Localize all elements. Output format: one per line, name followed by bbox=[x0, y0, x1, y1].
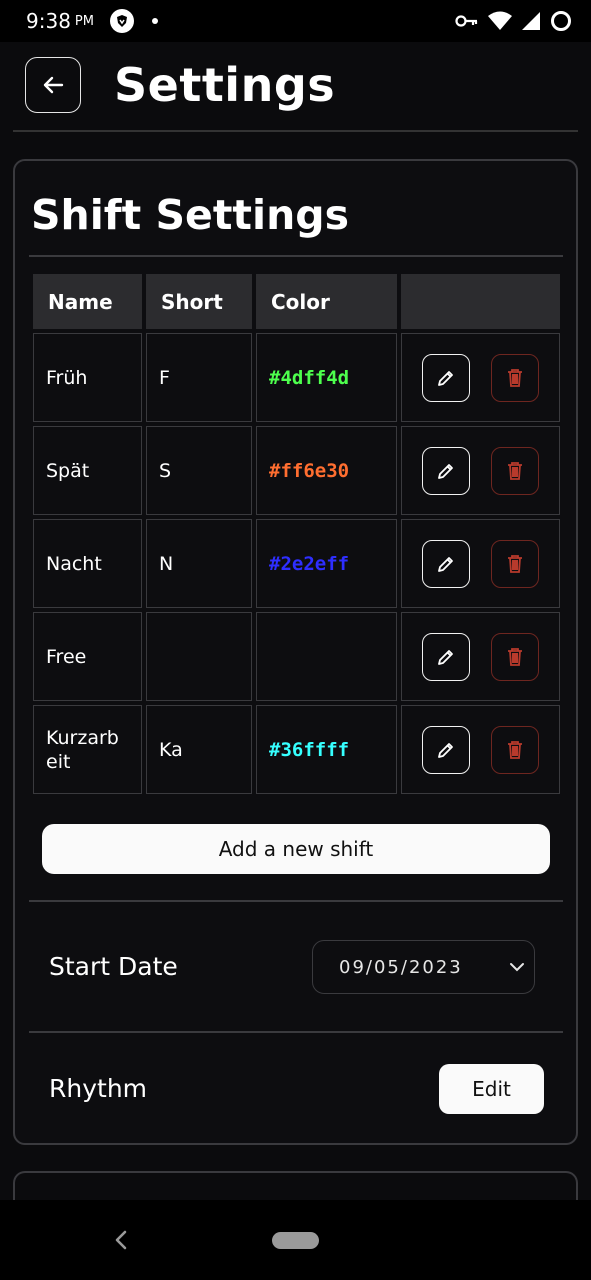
start-date-label: Start Date bbox=[49, 952, 178, 981]
chevron-down-icon bbox=[510, 963, 524, 972]
cell-shift-name: Spät bbox=[33, 426, 142, 515]
cell-actions bbox=[401, 333, 560, 422]
pencil-icon bbox=[438, 557, 453, 572]
trash-icon bbox=[508, 369, 522, 387]
status-time: 9:38 bbox=[26, 9, 71, 33]
start-date-value: 09/05/2023 bbox=[339, 956, 463, 978]
page-title: Settings bbox=[114, 58, 336, 112]
start-date-select[interactable]: 09/05/2023 bbox=[312, 940, 535, 994]
cell-shift-name: Kurzarb eit bbox=[33, 705, 142, 794]
section-divider bbox=[29, 1031, 563, 1033]
status-icons bbox=[455, 9, 573, 33]
status-ampm: PM bbox=[74, 13, 94, 29]
app-notification-icon bbox=[109, 9, 134, 33]
rhythm-label: Rhythm bbox=[49, 1074, 148, 1103]
cell-actions bbox=[401, 426, 560, 515]
cell-shift-short: S bbox=[146, 426, 252, 515]
cell-actions bbox=[401, 612, 560, 701]
header-divider bbox=[13, 130, 578, 132]
delete-shift-button[interactable] bbox=[491, 354, 539, 402]
column-header-short: Short bbox=[146, 274, 252, 329]
cell-shift-short: N bbox=[146, 519, 252, 608]
cell-shift-short bbox=[146, 612, 252, 701]
cell-shift-color: #2e2eff bbox=[256, 519, 397, 608]
notification-dot-icon bbox=[151, 18, 158, 24]
cell-shift-name: Nacht bbox=[33, 519, 142, 608]
back-button[interactable] bbox=[25, 57, 81, 113]
rhythm-edit-button[interactable]: Edit bbox=[439, 1064, 544, 1114]
edit-shift-button[interactable] bbox=[422, 633, 470, 681]
system-nav-bar bbox=[0, 1200, 591, 1280]
pencil-icon bbox=[438, 464, 453, 479]
cell-shift-name: Free bbox=[33, 612, 142, 701]
cell-shift-short: F bbox=[146, 333, 252, 422]
trash-icon bbox=[508, 555, 522, 573]
delete-shift-button[interactable] bbox=[491, 447, 539, 495]
shift-settings-card: Shift Settings Name Short Color Früh F #… bbox=[13, 159, 578, 1145]
pencil-icon bbox=[438, 371, 453, 386]
cell-shift-color: #ff6e30 bbox=[256, 426, 397, 515]
battery-saver-icon bbox=[551, 11, 571, 31]
edit-shift-button[interactable] bbox=[422, 726, 470, 774]
cell-shift-color: #36ffff bbox=[256, 705, 397, 794]
edit-shift-button[interactable] bbox=[422, 354, 470, 402]
column-header-actions bbox=[401, 274, 560, 329]
nav-home-pill[interactable] bbox=[272, 1232, 319, 1249]
delete-shift-button[interactable] bbox=[491, 726, 539, 774]
edit-shift-button[interactable] bbox=[422, 447, 470, 495]
cell-actions bbox=[401, 705, 560, 794]
trash-icon bbox=[508, 462, 522, 480]
title-divider bbox=[29, 255, 563, 257]
pencil-icon bbox=[438, 743, 453, 758]
pencil-icon bbox=[438, 650, 453, 665]
nav-back-icon[interactable] bbox=[112, 1228, 130, 1252]
edit-shift-button[interactable] bbox=[422, 540, 470, 588]
cell-actions bbox=[401, 519, 560, 608]
cell-shift-name: Früh bbox=[33, 333, 142, 422]
delete-shift-button[interactable] bbox=[491, 540, 539, 588]
vpn-key-icon bbox=[455, 15, 478, 27]
delete-shift-button[interactable] bbox=[491, 633, 539, 681]
column-header-color: Color bbox=[256, 274, 397, 329]
add-shift-button[interactable]: Add a new shift bbox=[42, 824, 550, 874]
arrow-left-icon bbox=[43, 76, 64, 94]
status-bar: 9:38 PM bbox=[0, 0, 591, 42]
cell-shift-color: #4dff4d bbox=[256, 333, 397, 422]
wifi-icon bbox=[488, 11, 512, 30]
card-title: Shift Settings bbox=[31, 191, 350, 239]
app-header: Settings bbox=[0, 42, 591, 132]
cellular-signal-icon bbox=[522, 12, 540, 30]
trash-icon bbox=[508, 741, 522, 759]
section-divider bbox=[29, 900, 563, 902]
cell-shift-short: Ka bbox=[146, 705, 252, 794]
column-header-name: Name bbox=[33, 274, 142, 329]
trash-icon bbox=[508, 648, 522, 666]
cell-shift-color bbox=[256, 612, 397, 701]
